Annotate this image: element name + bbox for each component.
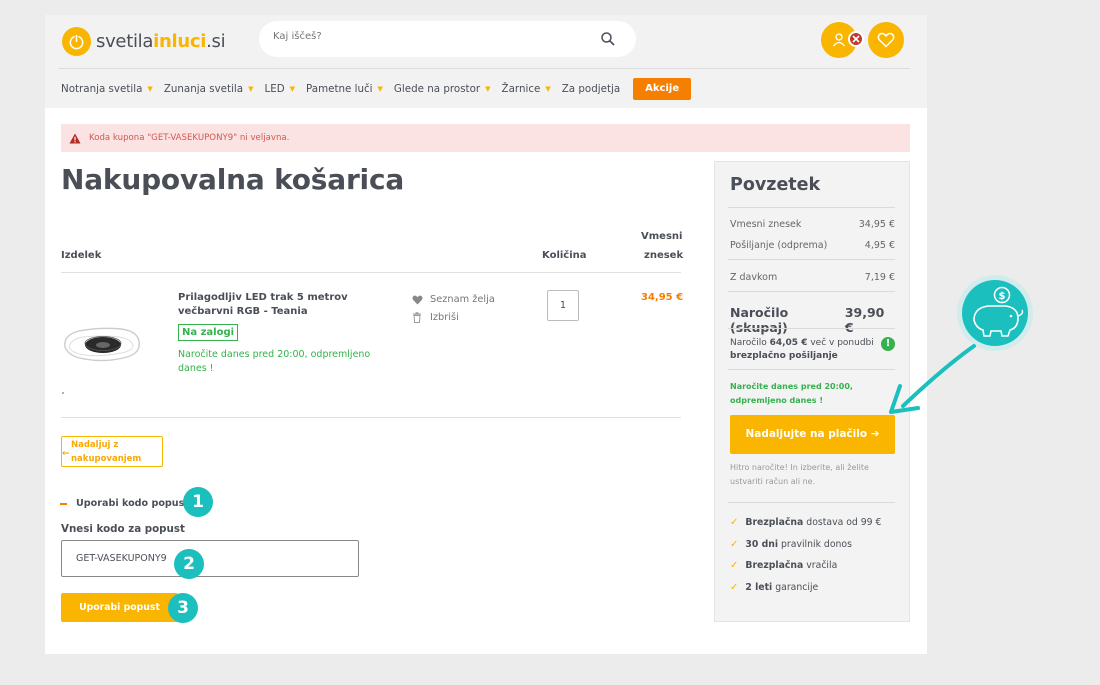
table-footer-divider xyxy=(61,417,681,418)
power-icon xyxy=(62,26,91,56)
coupon-error-alert: Koda kupona "GET-VASEKUPONY9" ni veljavn… xyxy=(61,124,910,152)
summary-divider xyxy=(728,328,895,329)
col-header-subtotal-line1: Vmesni xyxy=(641,231,683,242)
perk-item: ✓ 2 leti garancije xyxy=(730,582,819,593)
coupon-code-input[interactable] xyxy=(61,540,359,577)
search-icon[interactable] xyxy=(600,31,616,47)
minus-icon xyxy=(60,502,67,505)
col-header-subtotal-line2: znesek xyxy=(644,250,684,261)
summary-total-row: Naročilo (skupaj)39,90 € xyxy=(730,305,885,335)
quantity-input[interactable]: 1 xyxy=(547,290,579,321)
summary-tax-row: Z davkom 7,19 € xyxy=(730,272,895,283)
search-bar xyxy=(259,21,636,57)
perk-item: ✓ Brezplačna vračila xyxy=(730,560,838,571)
annotation-badge-1: 1 xyxy=(183,487,213,517)
line-subtotal: 34,95 € xyxy=(641,292,684,303)
heart-icon xyxy=(412,295,423,304)
apply-coupon-button[interactable]: Uporabi popust xyxy=(61,593,178,622)
caret-down-icon: ▼ xyxy=(485,85,491,93)
piggy-bank-callout: $ xyxy=(889,275,1033,414)
page-title: Nakupovalna košarica xyxy=(61,163,405,196)
perk-item: ✓ Brezplačna dostava od 99 € xyxy=(730,517,882,528)
quick-checkout-note: Hitro naročite! In izberite, ali želite … xyxy=(730,463,869,486)
main-nav: Notranja svetila ▼ Zunanja svetila ▼ LED ▼ … xyxy=(61,78,692,100)
warning-icon xyxy=(69,133,81,143)
page: svetilainluci.si Notranja svetila▼ Zunan… xyxy=(45,15,927,654)
caret-down-icon: ▼ xyxy=(377,85,383,93)
trash-icon xyxy=(413,312,421,323)
col-header-quantity: Količina xyxy=(542,250,587,261)
heart-icon xyxy=(877,32,895,48)
nav-item-akcije[interactable]: Akcije xyxy=(633,78,692,100)
order-summary: Povzetek Vmesni znesek 34,95 € Pošiljanje… xyxy=(714,161,910,622)
summary-divider xyxy=(728,502,895,503)
check-icon: ✓ xyxy=(730,560,739,571)
caret-down-icon: ▼ xyxy=(147,85,153,93)
user-icon xyxy=(832,33,846,47)
summary-subtotal-row: Vmesni znesek 34,95 € xyxy=(730,219,895,230)
continue-shopping-button[interactable]: ← Nadaljuj z nakupovanjem xyxy=(61,436,163,467)
summary-divider xyxy=(728,291,895,292)
nav-item-zarnice[interactable]: Žarnice ▼ xyxy=(502,83,551,95)
search-input[interactable] xyxy=(273,31,573,42)
nav-item-glede-na-prostor[interactable]: Glede na prostor ▼ xyxy=(394,83,491,95)
summary-title: Povzetek xyxy=(730,175,821,195)
nav-item-zunanja-svetila[interactable]: Zunanja svetila ▼ xyxy=(164,83,254,95)
coupon-toggle[interactable]: Uporabi kodo popusta xyxy=(60,498,195,509)
stock-badge: Na zalogi xyxy=(178,324,239,341)
wishlist-label: Seznam želja xyxy=(430,294,495,305)
logo[interactable]: svetilainluci.si xyxy=(62,25,226,57)
summary-divider xyxy=(728,207,895,208)
nav-item-notranja-svetila[interactable]: Notranja svetila ▼ xyxy=(61,83,153,95)
wishlist-button[interactable] xyxy=(868,22,904,58)
header-divider xyxy=(59,68,910,69)
product-image[interactable] xyxy=(61,307,143,399)
proceed-to-checkout-button[interactable]: Nadaljujte na plačilo ➔ xyxy=(730,415,895,454)
add-to-wishlist[interactable]: Seznam želja xyxy=(412,294,495,305)
annotation-badge-2: 2 xyxy=(174,549,204,579)
summary-divider xyxy=(728,369,895,370)
nav-item-pametne-luci[interactable]: Pametne luči ▼ xyxy=(306,83,383,95)
order-today-note: Naročite danes pred 20:00, odpremljeno d… xyxy=(730,382,853,405)
delete-item[interactable]: Izbriši xyxy=(412,312,459,323)
nav-item-led[interactable]: LED ▼ xyxy=(264,83,295,95)
nav-item-za-podjetja[interactable]: Za podjetja xyxy=(562,83,620,95)
svg-text:$: $ xyxy=(999,291,1006,302)
caret-down-icon: ▼ xyxy=(545,85,551,93)
arrow-right-icon: ➔ xyxy=(870,428,880,440)
caret-down-icon: ▼ xyxy=(289,85,296,93)
arrow-left-icon: ← xyxy=(62,449,70,459)
annotation-badge-3: 3 xyxy=(168,593,198,623)
coupon-field-label: Vnesi kodo za popust xyxy=(61,523,185,535)
summary-shipping-row: Pošiljanje (odprema) 4,95 € xyxy=(730,240,895,251)
check-icon: ✓ xyxy=(730,582,739,593)
table-header-divider xyxy=(61,272,681,273)
alert-text: Koda kupona "GET-VASEKUPONY9" ni veljavn… xyxy=(89,133,290,143)
free-shipping-note: Naročilo 64,05 € več v ponudbi brezplačn… xyxy=(730,337,895,363)
summary-divider xyxy=(728,259,895,260)
perk-item: ✓ 30 dni pravilnik donos xyxy=(730,539,852,550)
product-name[interactable]: Prilagodljiv LED trak 5 metrov večbarvni… xyxy=(178,291,398,319)
site-header: svetilainluci.si Notranja svetila▼ Zunan… xyxy=(45,15,927,108)
logged-out-icon xyxy=(848,31,864,47)
caret-down-icon: ▼ xyxy=(248,85,254,93)
check-icon: ✓ xyxy=(730,517,739,528)
delivery-note: Naročite danes pred 20:00, odpremljeno d… xyxy=(178,349,371,374)
col-header-product: Izdelek xyxy=(61,250,102,261)
delete-label: Izbriši xyxy=(430,312,459,323)
logo-text: svetilainluci.si xyxy=(96,30,226,52)
check-icon: ✓ xyxy=(730,539,739,550)
